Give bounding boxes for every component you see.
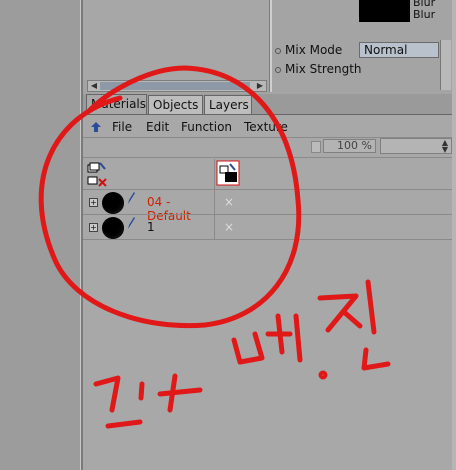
horizontal-scrollbar[interactable]: ◀ ▶ <box>87 80 267 92</box>
mix-strength-label: Mix Strength <box>285 62 362 76</box>
tab-layers[interactable]: Layers <box>204 95 252 114</box>
material-column-icon[interactable] <box>87 161 111 187</box>
menu-function[interactable]: Function <box>181 120 232 134</box>
tab-objects[interactable]: Objects <box>148 95 203 114</box>
pin-icon[interactable] <box>89 120 103 134</box>
scroll-left-icon[interactable]: ◀ <box>89 81 99 91</box>
tab-materials[interactable]: Materials <box>86 94 147 115</box>
menu-file[interactable]: File <box>112 120 132 134</box>
keyframe-dot-icon[interactable] <box>275 66 281 73</box>
zoom-field[interactable]: 100 % <box>323 139 376 153</box>
right-edge <box>452 0 456 470</box>
material-manager: File Edit Function Texture 100 % ▲ ▼ + 04… <box>83 115 452 470</box>
menu-bar: File Edit Function Texture <box>83 117 452 137</box>
zoom-handle[interactable] <box>311 141 321 153</box>
menu-texture[interactable]: Texture <box>244 120 288 134</box>
scrollbar-thumb[interactable] <box>100 82 250 90</box>
keyframe-dot-icon[interactable] <box>275 47 281 54</box>
scroll-right-icon[interactable]: ▶ <box>255 81 265 91</box>
menu-edit[interactable]: Edit <box>146 120 169 134</box>
material-row[interactable]: + 1 <box>83 215 214 239</box>
color-swatch[interactable] <box>359 0 410 22</box>
toolbar-separator <box>83 157 452 158</box>
attributes-panel: ◀ ▶ Blur Blur Mix Mode Normal Mix Streng… <box>83 0 452 94</box>
mix-mode-label: Mix Mode <box>285 43 343 57</box>
material-preview-icon[interactable] <box>102 192 124 214</box>
mix-mode-row: Mix Mode <box>275 43 342 57</box>
preview-area <box>83 0 269 80</box>
material-name[interactable]: 1 <box>147 220 155 234</box>
mix-mode-select[interactable]: Normal <box>359 42 439 58</box>
row-separator <box>83 239 452 240</box>
select-arrows-icon: ▲ ▼ <box>441 138 448 154</box>
texture-tag-icon: × <box>224 195 235 209</box>
pencil-icon[interactable] <box>126 191 136 205</box>
mix-strength-row: Mix Strength <box>275 62 362 76</box>
texture-column-icon[interactable] <box>216 160 240 186</box>
expand-icon[interactable]: + <box>89 223 98 232</box>
vertical-separator <box>269 0 272 92</box>
blur-label: Blur <box>413 8 436 21</box>
layer-select[interactable]: ▲ ▼ <box>380 138 452 154</box>
vertical-scrollbar[interactable] <box>440 40 451 90</box>
material-row[interactable]: + 04 - Default <box>83 190 214 223</box>
texture-tag-icon: × <box>224 220 235 234</box>
expand-icon[interactable]: + <box>89 198 98 207</box>
left-panel-background <box>0 0 80 470</box>
pencil-icon[interactable] <box>126 216 136 230</box>
material-preview-icon[interactable] <box>102 217 124 239</box>
column-divider[interactable] <box>214 159 215 239</box>
